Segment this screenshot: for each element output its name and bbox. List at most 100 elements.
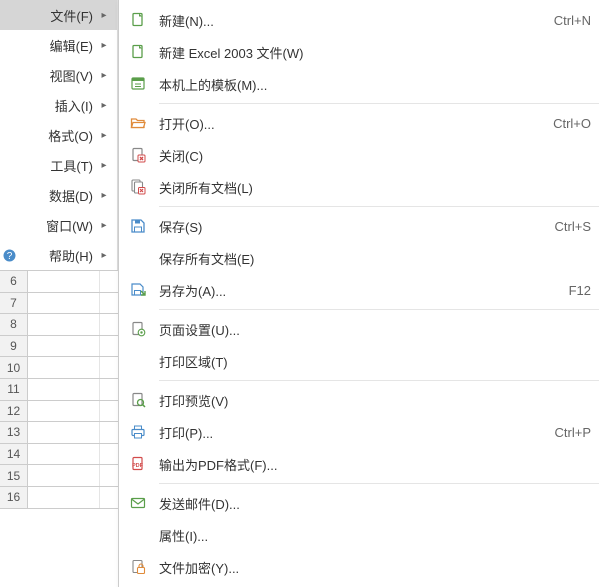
menu-item[interactable]: 打印(P)...Ctrl+P [119, 416, 607, 448]
menubar-item-label: 数据(D) [49, 186, 93, 205]
menu-item-label: 打开(O)... [159, 114, 553, 133]
encrypt-icon [127, 557, 149, 577]
chevron-right-icon: ▸ [99, 160, 109, 171]
menubar-item[interactable]: 文件(F)▸ [0, 0, 117, 30]
save-icon [127, 216, 149, 236]
menu-separator [159, 206, 599, 207]
menu-item[interactable]: 属性(I)... [119, 519, 607, 551]
menu-separator [159, 380, 599, 381]
new-doc-icon [127, 42, 149, 62]
cell[interactable] [28, 271, 100, 292]
menubar-item[interactable]: 数据(D)▸ [0, 180, 117, 210]
row-header[interactable]: 10 [0, 357, 28, 378]
menu-item[interactable]: 文件加密(Y)... [119, 551, 607, 583]
chevron-right-icon: ▸ [99, 40, 109, 51]
row-header[interactable]: 7 [0, 293, 28, 314]
cell[interactable] [28, 357, 100, 378]
blank-icon [127, 248, 149, 268]
menu-item-shortcut: Ctrl+P [555, 425, 591, 440]
send-mail-icon [127, 493, 149, 513]
row-header[interactable]: 12 [0, 401, 28, 422]
menu-item-label: 保存(S) [159, 217, 555, 236]
close-doc-icon [127, 145, 149, 165]
menubar-item[interactable]: ?帮助(H)▸ [0, 240, 117, 270]
print-preview-icon [127, 390, 149, 410]
menubar-item[interactable]: 插入(I)▸ [0, 90, 117, 120]
row-header[interactable]: 13 [0, 422, 28, 443]
cell[interactable] [28, 465, 100, 486]
menu-item[interactable]: 发送邮件(D)... [119, 487, 607, 519]
menu-item[interactable]: 页面设置(U)... [119, 313, 607, 345]
close-all-icon [127, 177, 149, 197]
menu-item-label: 保存所有文档(E) [159, 249, 591, 268]
menu-item-label: 文件加密(Y)... [159, 558, 591, 577]
menu-item-label: 本机上的模板(M)... [159, 75, 591, 94]
menu-item[interactable]: 保存所有文档(E) [119, 242, 607, 274]
export-pdf-icon: PDF [127, 454, 149, 474]
menu-item[interactable]: 新建 Excel 2003 文件(W) [119, 36, 607, 68]
cell[interactable] [28, 336, 100, 357]
menubar-item-label: 文件(F) [50, 6, 93, 25]
menu-item[interactable]: 保存(S)Ctrl+S [119, 210, 607, 242]
new-doc-icon [127, 10, 149, 30]
menu-item-label: 输出为PDF格式(F)... [159, 455, 591, 474]
row-header[interactable]: 11 [0, 379, 28, 400]
menu-item[interactable]: 打印区域(T) [119, 345, 607, 377]
row-header[interactable]: 6 [0, 271, 28, 292]
menu-item[interactable]: 另存为(A)...F12 [119, 274, 607, 306]
blank-icon [127, 525, 149, 545]
row-header[interactable]: 15 [0, 465, 28, 486]
blank-icon [127, 351, 149, 371]
chevron-right-icon: ▸ [99, 130, 109, 141]
menu-item-label: 新建(N)... [159, 11, 554, 30]
menubar-item-label: 窗口(W) [46, 216, 93, 235]
menu-item[interactable]: 本机上的模板(M)... [119, 68, 607, 100]
menubar-item[interactable]: 窗口(W) ▸ [0, 210, 117, 240]
cell[interactable] [28, 401, 100, 422]
menubar-item[interactable]: 编辑(E) ▸ [0, 30, 117, 60]
menu-item[interactable]: 关闭(C) [119, 139, 607, 171]
save-as-icon [127, 280, 149, 300]
menu-item[interactable]: 新建(N)...Ctrl+N [119, 4, 607, 36]
menu-item-label: 另存为(A)... [159, 281, 569, 300]
menu-item[interactable]: PDF 输出为PDF格式(F)... [119, 448, 607, 480]
cell[interactable] [28, 293, 100, 314]
cell[interactable] [28, 314, 100, 335]
menu-item-label: 打印区域(T) [159, 352, 591, 371]
menubar-item[interactable]: 格式(O) ▸ [0, 120, 117, 150]
menu-item-shortcut: F12 [569, 283, 591, 298]
svg-text:PDF: PDF [132, 463, 144, 469]
menu-separator [159, 483, 599, 484]
menu-item-label: 发送邮件(D)... [159, 494, 591, 513]
menu-item-label: 属性(I)... [159, 526, 591, 545]
menu-item-label: 关闭(C) [159, 146, 591, 165]
open-folder-icon [127, 113, 149, 133]
menubar: 文件(F)▸编辑(E)▸视图(V)▸插入(I)▸格式(O)▸工具(T)▸数据(D… [0, 0, 118, 270]
cell[interactable] [28, 444, 100, 465]
menubar-item-label: 格式(O) [48, 126, 93, 145]
menu-item-label: 页面设置(U)... [159, 320, 591, 339]
menu-item-label: 新建 Excel 2003 文件(W) [159, 43, 591, 62]
menubar-item-label: 视图(V) [50, 66, 93, 85]
menu-item[interactable]: 打印预览(V) [119, 384, 607, 416]
menubar-item[interactable]: 视图(V) ▸ [0, 60, 117, 90]
page-setup-icon [127, 319, 149, 339]
menu-item[interactable]: 打开(O)...Ctrl+O [119, 107, 607, 139]
menu-item-label: 关闭所有文档(L) [159, 178, 591, 197]
cell[interactable] [28, 422, 100, 443]
menubar-item[interactable]: 工具(T) ▸ [0, 150, 117, 180]
cell[interactable] [28, 379, 100, 400]
menu-item-label: 打印预览(V) [159, 391, 591, 410]
row-header[interactable]: 16 [0, 487, 28, 508]
menubar-item-label: 工具(T) [50, 156, 93, 175]
cell[interactable] [28, 487, 100, 508]
row-header[interactable]: 8 [0, 314, 28, 335]
menubar-item-label: 编辑(E) [50, 36, 93, 55]
menubar-item-label: 插入(I) [55, 96, 93, 115]
menu-item[interactable]: 关闭所有文档(L) [119, 171, 607, 203]
chevron-right-icon: ▸ [99, 70, 109, 81]
chevron-right-icon: ▸ [99, 220, 109, 231]
row-header[interactable]: 9 [0, 336, 28, 357]
row-header[interactable]: 14 [0, 444, 28, 465]
menu-separator [159, 103, 599, 104]
